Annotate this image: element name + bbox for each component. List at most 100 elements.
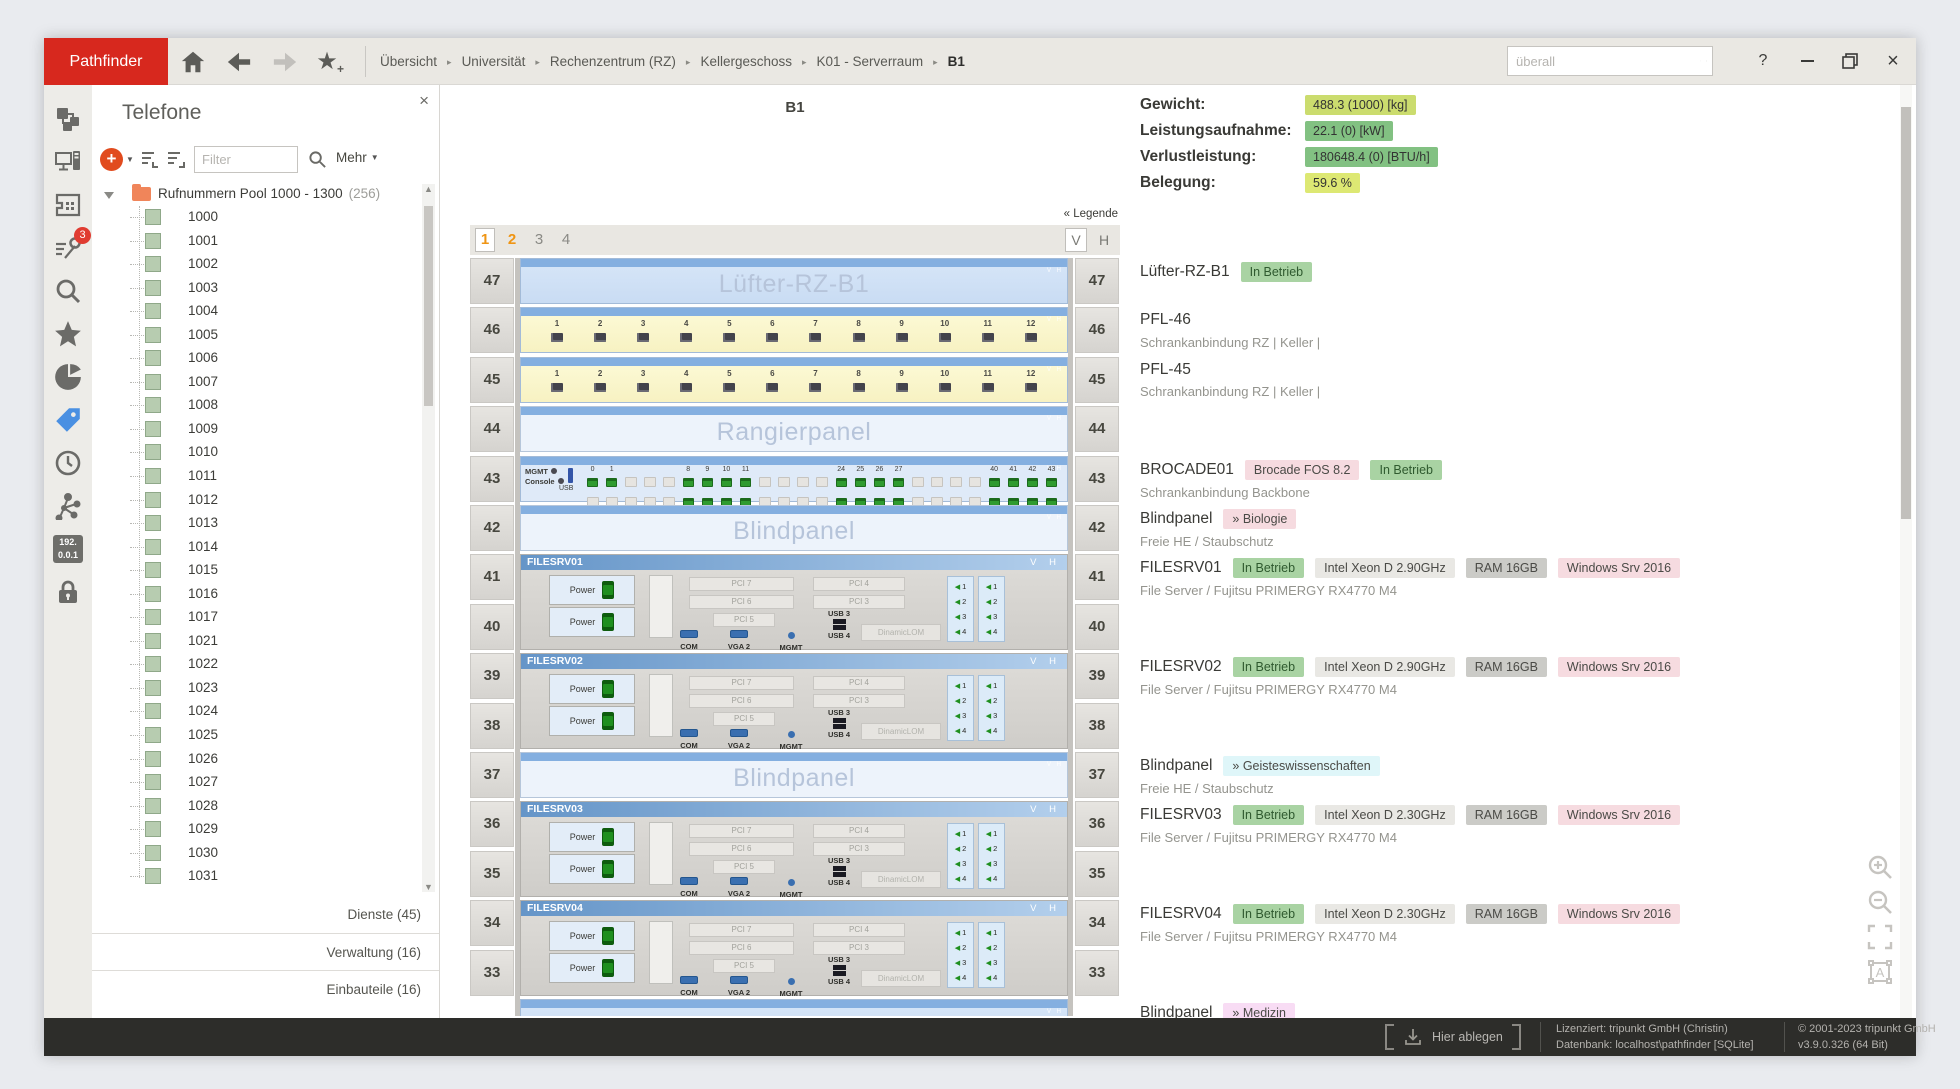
- phone-item[interactable]: 1022: [92, 653, 422, 677]
- filter-search-icon[interactable]: [308, 150, 327, 169]
- tree-root-node[interactable]: Rufnummern Pool 1000 - 1300(256): [92, 184, 439, 206]
- sidebar-item-floorplan[interactable]: [52, 189, 84, 221]
- sidebar-item-security[interactable]: [52, 576, 84, 608]
- close-button[interactable]: ×: [1877, 46, 1909, 76]
- switch-port-40[interactable]: 40: [985, 466, 1004, 501]
- equipment-item-filesrv02[interactable]: FILESRV02In BetriebIntel Xeon D 2.90GHzR…: [1140, 657, 1880, 697]
- equipment-item-blindpanel[interactable]: Blindpanel» GeisteswissenschaftenFreie H…: [1140, 756, 1880, 796]
- phone-item[interactable]: 1008: [92, 394, 422, 418]
- sidebar-item-hierarchy[interactable]: [52, 103, 84, 135]
- phone-item[interactable]: 1028: [92, 795, 422, 819]
- add-button[interactable]: +: [100, 148, 123, 171]
- orientation-H[interactable]: H: [1093, 228, 1115, 252]
- switch-port-9[interactable]: 9: [698, 466, 717, 501]
- rack-device-blindpanel[interactable]: V HBlindpanel: [520, 752, 1068, 798]
- patch-port-9[interactable]: 9: [896, 369, 908, 397]
- rack-device-rangierpanel[interactable]: V HRangierpanel: [520, 406, 1068, 452]
- equipment-item-filesrv04[interactable]: FILESRV04In BetriebIntel Xeon D 2.30GHzR…: [1140, 904, 1880, 944]
- breadcrumb-item[interactable]: Übersicht: [380, 54, 437, 69]
- patch-port-4[interactable]: 4: [680, 369, 692, 397]
- rack-device-filesrv02[interactable]: FILESRV02V HPowerPowerPCI 7PCI 6PCI 5PCI…: [520, 653, 1068, 748]
- forward-button[interactable]: [270, 47, 300, 77]
- phone-item[interactable]: 1010: [92, 441, 422, 465]
- patch-port-2[interactable]: 2: [594, 319, 606, 347]
- sidebar-item-topology[interactable]: [52, 490, 84, 522]
- patch-port-3[interactable]: 3: [637, 319, 649, 347]
- phone-item[interactable]: 1030: [92, 842, 422, 866]
- phone-item[interactable]: 1027: [92, 771, 422, 795]
- fit-text-icon[interactable]: A: [1866, 958, 1894, 986]
- phone-item[interactable]: 1014: [92, 536, 422, 560]
- switch-port-24[interactable]: 24: [832, 466, 851, 501]
- rack-tab-3[interactable]: 3: [529, 228, 549, 252]
- phone-item[interactable]: 1011: [92, 465, 422, 489]
- minimize-button[interactable]: [1791, 46, 1823, 76]
- phone-list-scrollbar[interactable]: ▲ ▼: [422, 184, 435, 892]
- equipment-item-filesrv03[interactable]: FILESRV03In BetriebIntel Xeon D 2.30GHzR…: [1140, 805, 1880, 845]
- patch-port-2[interactable]: 2: [594, 369, 606, 397]
- phone-item[interactable]: 1007: [92, 371, 422, 395]
- rack-device-pfl-46[interactable]: V H123456789101112: [520, 307, 1068, 353]
- sidebar-item-search[interactable]: [52, 275, 84, 307]
- switch-port-43[interactable]: 43: [1042, 466, 1061, 501]
- collapse-tree-icon[interactable]: [166, 150, 186, 169]
- patch-port-12[interactable]: 12: [1025, 319, 1037, 347]
- tree-expander-icon[interactable]: [104, 192, 114, 199]
- main-scrollbar[interactable]: [1900, 85, 1912, 1018]
- phone-item[interactable]: 1005: [92, 324, 422, 348]
- rack-device-filesrv03[interactable]: FILESRV03V HPowerPowerPCI 7PCI 6PCI 5PCI…: [520, 801, 1068, 896]
- zoom-in-icon[interactable]: [1866, 853, 1894, 881]
- sidebar-item-tags[interactable]: [52, 404, 84, 436]
- equipment-item-blindpanel[interactable]: Blindpanel» BiologieFreie HE / Staubschu…: [1140, 509, 1880, 549]
- patch-port-7[interactable]: 7: [809, 319, 821, 347]
- patch-port-6[interactable]: 6: [766, 319, 778, 347]
- phone-item[interactable]: 1002: [92, 253, 422, 277]
- phone-item[interactable]: 1009: [92, 418, 422, 442]
- breadcrumb-item[interactable]: Universität: [462, 54, 526, 69]
- switch-port-11[interactable]: 11: [736, 466, 755, 501]
- panel-close-icon[interactable]: ×: [419, 91, 429, 111]
- zoom-out-icon[interactable]: [1866, 888, 1894, 916]
- switch-port-42[interactable]: 42: [1023, 466, 1042, 501]
- rack-device-lüfter-rz-b1[interactable]: V HLüfter-RZ-B1: [520, 258, 1068, 304]
- phone-item[interactable]: 1004: [92, 300, 422, 324]
- scrollbar-thumb[interactable]: [424, 206, 433, 406]
- switch-port-0[interactable]: 0: [583, 466, 602, 501]
- search-icon[interactable]: [1700, 52, 1701, 70]
- rack-device-filesrv01[interactable]: FILESRV01V HPowerPowerPCI 7PCI 6PCI 5PCI…: [520, 554, 1068, 649]
- patch-port-8[interactable]: 8: [853, 319, 865, 347]
- scroll-down-icon[interactable]: ▼: [422, 882, 435, 892]
- patch-port-1[interactable]: 1: [551, 369, 563, 397]
- sidebar-item-workstation[interactable]: [52, 146, 84, 178]
- rack-device-blindpanel[interactable]: V HBlindpanel: [520, 505, 1068, 551]
- rack-device-pfl-45[interactable]: V H123456789101112: [520, 357, 1068, 403]
- rack-tab-2[interactable]: 2: [502, 228, 522, 252]
- patch-port-3[interactable]: 3: [637, 369, 649, 397]
- breadcrumb-item[interactable]: K01 - Serverraum: [817, 54, 924, 69]
- patch-port-1[interactable]: 1: [551, 319, 563, 347]
- patch-port-12[interactable]: 12: [1025, 369, 1037, 397]
- phone-item[interactable]: 1029: [92, 818, 422, 842]
- search-input[interactable]: [1508, 54, 1700, 69]
- equipment-item-blindpanel[interactable]: Blindpanel» Medizin: [1140, 1003, 1880, 1018]
- equipment-item-pfl-45[interactable]: PFL-45Schrankanbindung RZ | Keller |: [1140, 361, 1880, 399]
- panel-section-header[interactable]: Einbauteile (16): [92, 970, 439, 1007]
- main-scrollbar-thumb[interactable]: [1901, 107, 1911, 519]
- global-search[interactable]: [1507, 46, 1713, 76]
- fit-to-screen-icon[interactable]: [1866, 923, 1894, 951]
- legend-toggle[interactable]: « Legende: [1064, 208, 1118, 220]
- rack-device-partial[interactable]: V H: [520, 999, 1068, 1016]
- rack-tab-4[interactable]: 4: [556, 228, 576, 252]
- sidebar-item-tools[interactable]: 3: [52, 232, 84, 264]
- phone-item[interactable]: 1015: [92, 559, 422, 583]
- patch-port-10[interactable]: 10: [939, 369, 951, 397]
- scroll-up-icon[interactable]: ▲: [422, 184, 435, 194]
- add-dropdown-caret-icon[interactable]: ▼: [126, 155, 134, 164]
- phone-item[interactable]: 1000: [92, 206, 422, 230]
- phone-item[interactable]: 1016: [92, 583, 422, 607]
- help-button[interactable]: ?: [1747, 46, 1779, 76]
- orientation-V[interactable]: V: [1065, 228, 1087, 252]
- phone-item[interactable]: 1023: [92, 677, 422, 701]
- sidebar-item-reports[interactable]: [52, 361, 84, 393]
- rack-device-brocade01[interactable]: V HMGMTConsoleUSB01 891011 24252627 4041…: [520, 456, 1068, 502]
